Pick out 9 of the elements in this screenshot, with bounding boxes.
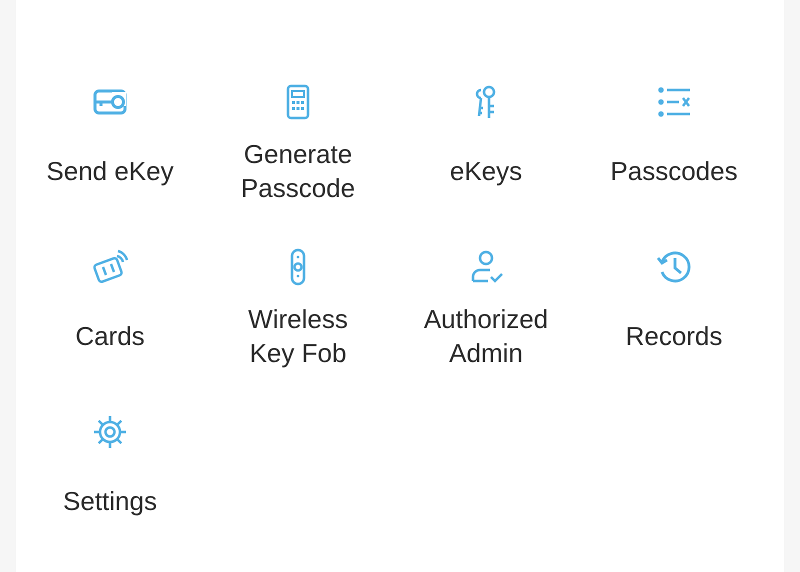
tile-label[interactable]: Records [626,319,722,353]
tile-label[interactable]: eKeys [450,154,522,188]
tile-label[interactable]: Generate Passcode [228,137,368,205]
tile-label[interactable]: Wireless Key Fob [228,302,368,370]
tile-label[interactable]: Cards [75,319,145,353]
tile-label[interactable]: Settings [63,484,157,518]
tile-label[interactable]: Send eKey [46,154,174,188]
tile-label[interactable]: Authorized Admin [416,302,556,370]
tile-label[interactable]: Passcodes [610,154,738,188]
